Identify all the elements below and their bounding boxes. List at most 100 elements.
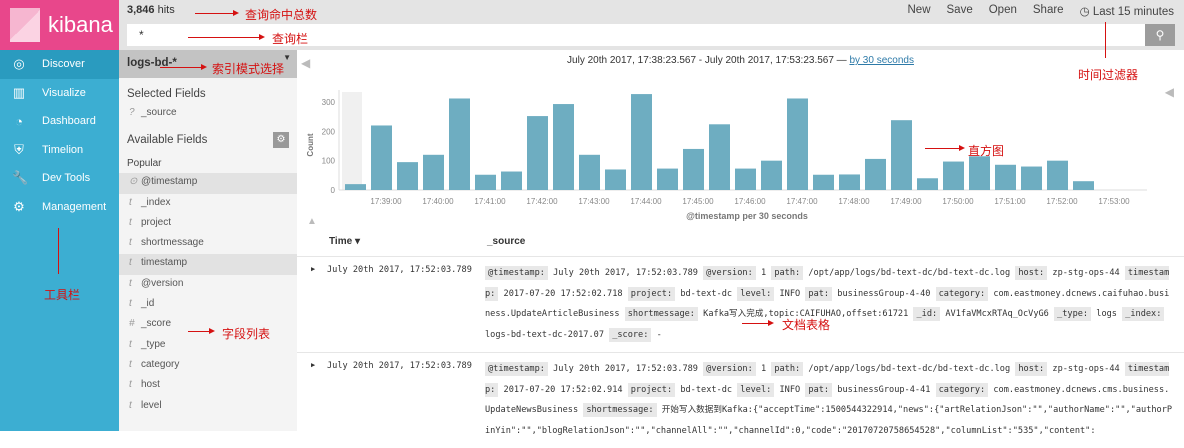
bar-chart-icon: ▥	[12, 84, 26, 100]
nav-item-management[interactable]: ⚙ Management	[0, 193, 119, 222]
expand-icon[interactable]: ▶	[311, 361, 315, 369]
nav-label: Timelion	[42, 143, 84, 156]
x-tick-label: 17:40:00	[422, 197, 454, 206]
save-button[interactable]: Save	[947, 4, 973, 18]
histogram-bar[interactable]	[371, 125, 392, 190]
field-value: /opt/app/logs/bd-text-dc/bd-text-dc.log	[808, 268, 1011, 278]
field-key: host:	[1015, 362, 1048, 376]
field-item[interactable]: ? _source	[119, 104, 297, 124]
nav-item-discover[interactable]: ◎ Discover	[0, 50, 119, 79]
field-item[interactable]: t project	[119, 214, 297, 234]
histogram-bar[interactable]	[865, 158, 886, 190]
x-tick-label: 17:47:00	[786, 197, 818, 206]
annotation-index: 索引模式选择	[212, 62, 285, 76]
histogram-bar[interactable]	[605, 169, 626, 190]
nav-label: Management	[42, 200, 107, 213]
field-item[interactable]: t _type	[119, 336, 297, 356]
field-type-icon: t	[129, 257, 132, 269]
histogram-bar[interactable]	[527, 116, 548, 190]
histogram-bar[interactable]	[839, 174, 860, 190]
field-item[interactable]: t timestamp	[119, 254, 297, 275]
histogram-bar[interactable]	[761, 160, 782, 190]
histogram-bar[interactable]	[475, 174, 496, 190]
field-name: @version	[141, 277, 184, 289]
dashboard-icon: ◔	[15, 113, 23, 129]
histogram-bar[interactable]	[423, 154, 444, 190]
field-item[interactable]: # _score	[119, 315, 297, 335]
nav-label: Discover	[42, 58, 85, 71]
available-fields-title: Available Fields ⚙	[119, 124, 297, 150]
x-tick-label: 17:43:00	[578, 197, 610, 206]
field-item[interactable]: t _id	[119, 295, 297, 315]
field-item[interactable]: t _index	[119, 194, 297, 214]
histogram-bar[interactable]	[397, 162, 418, 190]
histogram-bar[interactable]	[891, 120, 912, 190]
x-tick-label: 17:42:00	[526, 197, 558, 206]
field-value: July 20th 2017, 17:52:03.789	[553, 268, 698, 278]
field-item[interactable]: t shortmessage	[119, 234, 297, 254]
histogram-bar[interactable]	[813, 174, 834, 190]
histogram-bar[interactable]	[1021, 166, 1042, 190]
kibana-logo[interactable]: kibana	[0, 0, 119, 50]
histogram-bar[interactable]	[917, 178, 938, 190]
nav-item-visualize[interactable]: ▥ Visualize	[0, 79, 119, 108]
time-column-header[interactable]: Time ▾	[329, 236, 360, 247]
nav-item-dashboard[interactable]: ◔ Dashboard	[0, 107, 119, 136]
histogram-bar[interactable]	[1047, 160, 1068, 190]
y-tick-label: 200	[322, 127, 336, 136]
field-type-icon: t	[129, 298, 132, 310]
histogram-bar[interactable]	[995, 164, 1016, 190]
field-value: /opt/app/logs/bd-text-dc/bd-text-dc.log	[808, 364, 1011, 374]
share-button[interactable]: Share	[1033, 4, 1064, 18]
field-type-icon: t	[129, 338, 132, 350]
field-item[interactable]: t category	[119, 356, 297, 376]
table-row[interactable]: ▶ July 20th 2017, 17:52:03.789 @timestamp:…	[297, 256, 1184, 352]
gear-icon[interactable]: ⚙	[273, 132, 289, 149]
field-key: path:	[771, 362, 804, 376]
field-item[interactable]: ⊙ @timestamp	[119, 173, 297, 194]
field-type-icon: t	[129, 237, 132, 249]
search-button[interactable]: ⚲	[1145, 24, 1175, 46]
histogram-bar[interactable]	[553, 104, 574, 190]
field-item[interactable]: t @version	[119, 275, 297, 295]
row-time: July 20th 2017, 17:52:03.789	[327, 361, 472, 371]
histogram-bar[interactable]	[449, 98, 470, 190]
field-name: @timestamp	[141, 176, 198, 188]
histogram-bar[interactable]	[631, 94, 652, 190]
open-button[interactable]: Open	[989, 4, 1017, 18]
histogram-bar[interactable]	[969, 156, 990, 190]
x-tick-label: 17:44:00	[630, 197, 662, 206]
y-tick-label: 300	[322, 98, 336, 107]
histogram-bar[interactable]	[579, 154, 600, 190]
field-name: timestamp	[141, 257, 188, 269]
table-row[interactable]: ▶ July 20th 2017, 17:52:03.789 @timestamp:…	[297, 352, 1184, 448]
field-item[interactable]: t level	[119, 397, 297, 417]
histogram-bar[interactable]	[735, 168, 756, 190]
histogram-bar[interactable]	[345, 184, 366, 190]
histogram-bar[interactable]	[501, 171, 522, 190]
histogram-bar[interactable]	[943, 161, 964, 190]
histogram-chart: 0 100 200 300 17:39:00 17:40:00 17:41:00 17:42:…	[306, 90, 1147, 221]
time-filter[interactable]: ◷ Last 15 minutes	[1080, 4, 1174, 18]
popular-title: Popular	[127, 158, 162, 170]
shield-icon: ⛨	[14, 141, 24, 157]
x-tick-label: 17:52:00	[1046, 197, 1078, 206]
histogram-bar[interactable]	[709, 124, 730, 190]
new-button[interactable]: New	[908, 4, 931, 18]
field-value: businessGroup-4-40	[837, 288, 931, 299]
field-key: level:	[737, 286, 775, 301]
histogram-bar[interactable]	[657, 168, 678, 190]
field-key: pat:	[805, 286, 833, 301]
histogram-bar[interactable]	[787, 98, 808, 190]
field-name: level	[141, 399, 162, 411]
field-value: 1	[760, 364, 767, 374]
histogram-bar[interactable]	[1073, 181, 1094, 190]
histogram-bar[interactable]	[683, 148, 704, 190]
expand-icon[interactable]: ▶	[311, 265, 315, 273]
toggle-chart-icon[interactable]: ▲	[307, 216, 317, 227]
nav-item-dev-tools[interactable]: 🔧 Dev Tools	[0, 164, 119, 193]
y-tick-label: 0	[331, 186, 336, 195]
nav-item-timelion[interactable]: ⛨ Timelion	[0, 136, 119, 165]
field-item[interactable]: t host	[119, 376, 297, 396]
field-value: zp-stg-ops-44	[1052, 268, 1120, 278]
